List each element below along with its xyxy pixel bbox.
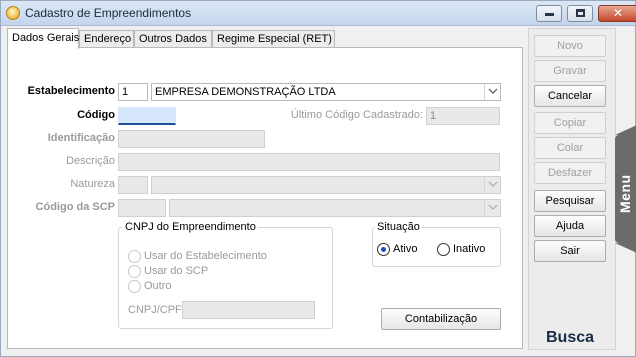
natureza-label: Natureza (70, 178, 115, 190)
tab-outros-dados[interactable]: Outros Dados (134, 30, 212, 48)
desfazer-button[interactable]: Desfazer (534, 162, 606, 184)
window-title: Cadastro de Empreendimentos (25, 6, 192, 20)
radio-selected-dot (381, 247, 386, 252)
chevron-down-icon[interactable] (484, 200, 500, 216)
novo-button[interactable]: Novo (534, 35, 606, 57)
radio-label: Ativo (393, 243, 418, 255)
radio-circle (377, 243, 390, 256)
estabelecimento-select[interactable]: EMPRESA DEMONSTRAÇÃO LTDA (151, 83, 501, 101)
cnpj-cpf-label: CNPJ/CPF (128, 304, 182, 316)
tab-endereco[interactable]: Endereço (79, 30, 134, 48)
radio-inativo[interactable]: Inativo (437, 242, 492, 256)
codigo-label: Código (77, 109, 115, 121)
radio-ativo[interactable]: Ativo (377, 242, 427, 256)
radio-circle (437, 243, 450, 256)
radio-usar-scp[interactable]: Usar do SCP (128, 264, 228, 278)
maximize-icon (576, 9, 585, 17)
tab-regime-especial[interactable]: Regime Especial (RET) (212, 30, 335, 48)
estabelecimento-code-input[interactable]: 1 (118, 83, 148, 101)
radio-usar-estabelecimento[interactable]: Usar do Estabelecimento (128, 249, 268, 263)
menu-tab-label: Menu (617, 174, 633, 213)
identificacao-input[interactable] (118, 130, 265, 148)
chevron-down-icon[interactable] (484, 177, 500, 193)
radio-label: Outro (144, 280, 172, 292)
codigo-scp-select[interactable] (169, 199, 501, 217)
radio-circle (128, 250, 141, 263)
maximize-button[interactable] (567, 5, 593, 22)
estabelecimento-name: EMPRESA DEMONSTRAÇÃO LTDA (155, 86, 336, 98)
close-button[interactable]: ✕ (598, 5, 636, 22)
estabelecimento-label: Estabelecimento (27, 85, 115, 97)
radio-outro[interactable]: Outro (128, 279, 188, 293)
codigo-scp-label: Código da SCP (35, 201, 115, 213)
radio-label: Usar do SCP (144, 265, 209, 277)
natureza-code-input[interactable] (118, 176, 148, 194)
tab-dados-gerais[interactable]: Dados Gerais (7, 28, 79, 49)
minimize-icon (545, 13, 554, 16)
coin-icon (6, 6, 20, 20)
contabilizacao-button[interactable]: Contabilização (381, 308, 501, 330)
ultimo-codigo-label: Último Código Cadastrado: (290, 109, 423, 121)
copiar-button[interactable]: Copiar (534, 112, 606, 134)
radio-circle (128, 280, 141, 293)
radio-label: Usar do Estabelecimento (144, 250, 267, 262)
sair-button[interactable]: Sair (534, 240, 606, 262)
identificacao-label: Identificação (47, 132, 115, 144)
cnpj-cpf-input[interactable] (182, 301, 315, 319)
descricao-input[interactable] (118, 153, 500, 171)
ultimo-codigo-value: 1 (426, 107, 500, 125)
codigo-scp-code-input[interactable] (118, 199, 166, 217)
natureza-select[interactable] (151, 176, 501, 194)
chevron-down-icon[interactable] (484, 84, 500, 100)
title-bar[interactable]: Cadastro de Empreendimentos ✕ (1, 1, 636, 26)
situacao-group-title: Situação (375, 221, 422, 233)
radio-label: Inativo (453, 243, 486, 255)
menu-side-tab[interactable]: Menu (615, 125, 636, 253)
pesquisar-button[interactable]: Pesquisar (534, 190, 606, 212)
colar-button[interactable]: Colar (534, 137, 606, 159)
descricao-label: Descrição (66, 155, 115, 167)
minimize-button[interactable] (536, 5, 562, 22)
ajuda-button[interactable]: Ajuda (534, 215, 606, 237)
codigo-input[interactable] (118, 107, 176, 125)
radio-circle (128, 265, 141, 278)
menu-tab-notch-bottom (615, 243, 636, 253)
menu-tab-notch-top (615, 125, 636, 135)
main-window: Cadastro de Empreendimentos ✕ Dados Gera… (0, 0, 636, 357)
cancelar-button[interactable]: Cancelar (534, 85, 606, 107)
busca-label[interactable]: Busca (546, 329, 594, 347)
cnpj-group-title: CNPJ do Empreendimento (123, 221, 258, 233)
gravar-button[interactable]: Gravar (534, 60, 606, 82)
close-icon: ✕ (612, 6, 624, 20)
